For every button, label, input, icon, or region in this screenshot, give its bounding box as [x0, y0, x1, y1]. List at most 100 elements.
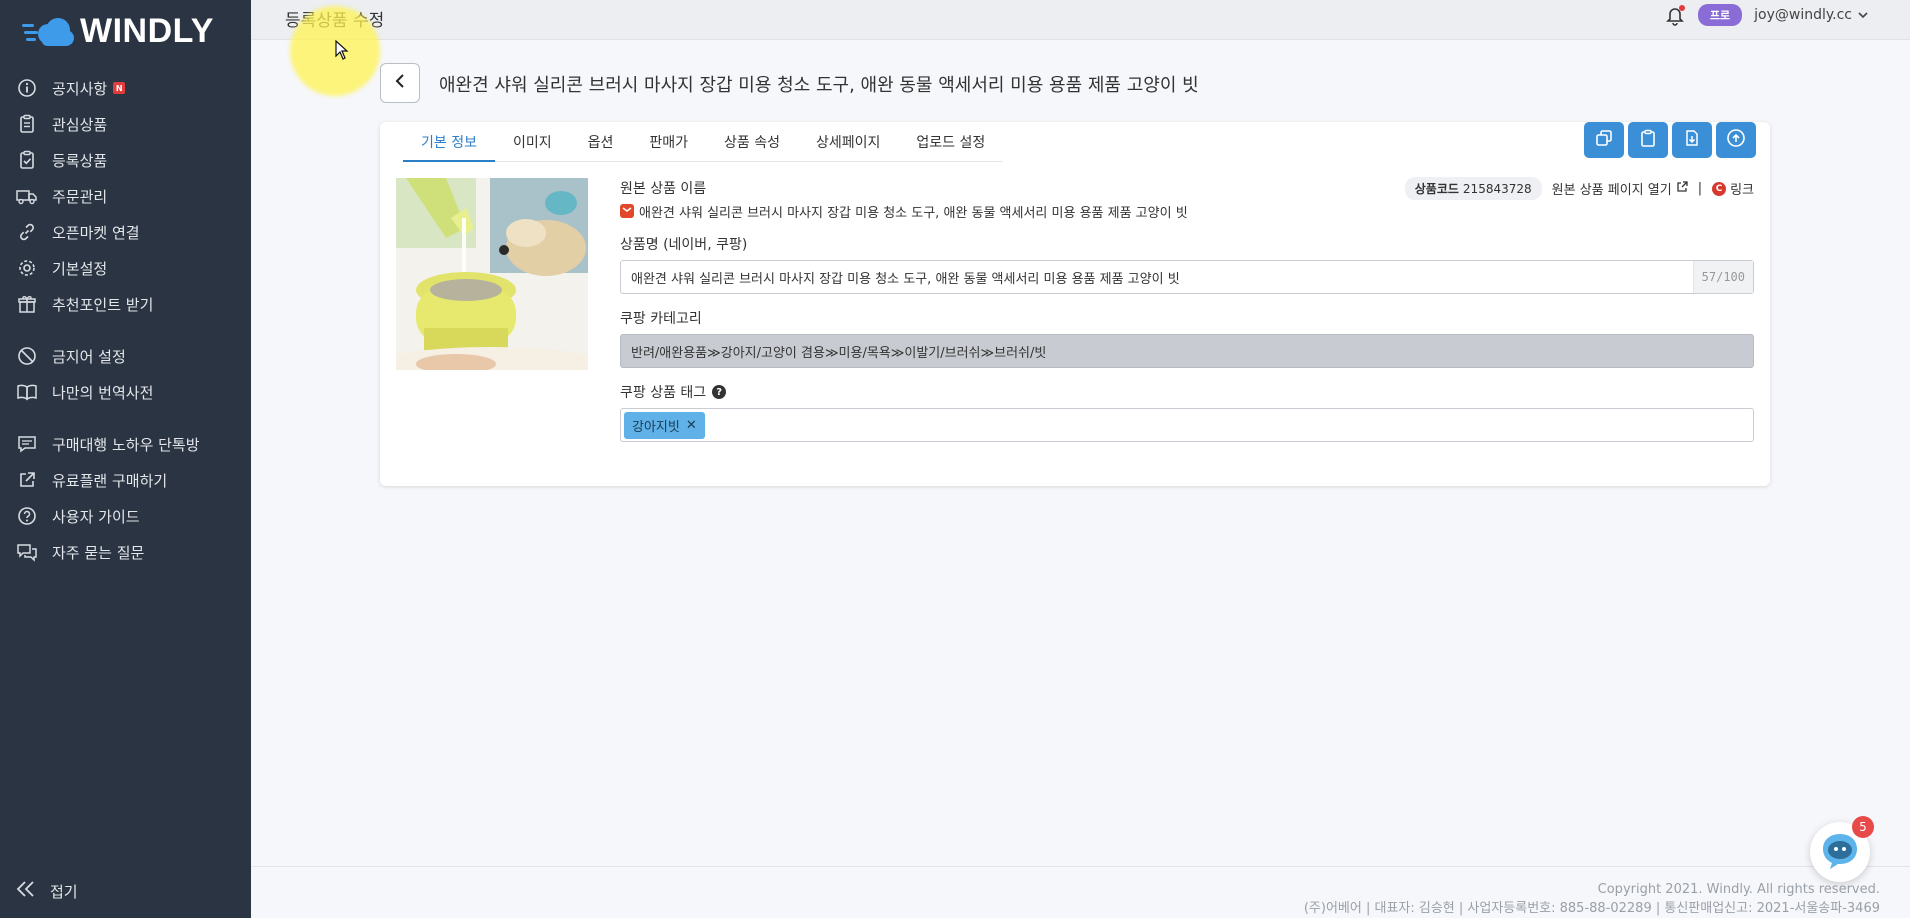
tag-input[interactable]: 강아지빗 ✕	[620, 408, 1754, 442]
copy-button[interactable]	[1584, 122, 1624, 158]
tab-options[interactable]: 옵션	[570, 122, 632, 162]
sidebar-item-chatroom[interactable]: 구매대행 노하우 단톡방	[0, 426, 251, 462]
sidebar-item-label: 주문관리	[52, 187, 108, 206]
nav-divider	[0, 322, 251, 338]
download-icon	[1683, 129, 1701, 151]
sidebar-item-label: 금지어 설정	[52, 347, 126, 366]
name-label: 상품명 (네이버, 쿠팡)	[620, 237, 748, 253]
info-icon	[16, 77, 38, 99]
sidebar-item-banned-words[interactable]: 금지어 설정	[0, 338, 251, 374]
chat-support-button[interactable]: 5	[1810, 816, 1874, 882]
notification-bell-icon[interactable]	[1664, 4, 1686, 26]
sidebar-item-label: 유료플랜 구매하기	[52, 471, 168, 490]
question-icon	[16, 505, 38, 527]
link-icon	[16, 221, 38, 243]
tab-upload-settings[interactable]: 업로드 설정	[898, 122, 1003, 162]
char-counter: 57/100	[1692, 261, 1753, 293]
tab-basic-info[interactable]: 기본 정보	[403, 122, 495, 162]
link-button[interactable]: C 링크	[1712, 179, 1754, 198]
tag-label: 쿠팡 상품 태그	[620, 385, 707, 401]
product-name-value: 애완견 샤워 실리콘 브러시 마사지 장갑 미용 청소 도구, 애완 동물 액세…	[631, 271, 1180, 287]
user-area: 프로 joy@windly.cc	[1664, 4, 1868, 26]
sidebar-item-registered[interactable]: 등록상품	[0, 142, 251, 178]
chevron-left-icon	[394, 73, 406, 93]
sidebar-item-label: 구매대행 노하우 단톡방	[52, 435, 200, 454]
category-label-row: 쿠팡 카테고리	[620, 308, 1754, 328]
download-button[interactable]	[1672, 122, 1712, 158]
collapse-label: 접기	[50, 882, 78, 901]
sidebar-item-label: 등록상품	[52, 151, 108, 170]
open-source-label: 원본 상품 페이지 열기	[1551, 183, 1672, 198]
logo-text: WINDLY	[80, 12, 214, 50]
user-menu[interactable]: joy@windly.cc	[1754, 7, 1868, 23]
topbar: 등록상품 수정 프로 joy@windly.cc	[251, 0, 1910, 40]
chat-bubbles-icon	[16, 541, 38, 563]
logo[interactable]: WINDLY	[22, 12, 214, 51]
user-email: joy@windly.cc	[1754, 7, 1852, 23]
sidebar-item-paid-plan[interactable]: 유료플랜 구매하기	[0, 462, 251, 498]
help-icon[interactable]: ?	[712, 385, 727, 399]
footer: Copyright 2021. Windly. All rights reser…	[1304, 880, 1880, 918]
notification-dot	[1678, 5, 1685, 11]
tag-label-row: 쿠팡 상품 태그 ?	[620, 382, 1754, 402]
product-code-badge: 상품코드 215843728	[1404, 177, 1542, 200]
sidebar-item-label: 사용자 가이드	[52, 507, 140, 526]
product-code-label: 상품코드	[1414, 182, 1459, 196]
category-label: 쿠팡 카테고리	[620, 311, 702, 327]
sidebar-item-label: 나만의 번역사전	[52, 383, 154, 402]
category-value: 반려/애완용품≫강아지/고양이 겸용≫미용/목욕≫이발기/브러쉬≫브러쉬/빗	[631, 345, 1047, 361]
product-code-value: 215843728	[1462, 182, 1532, 196]
basic-info-form: 원본 상품 이름 상품코드 215843728 원본 상품 페이지 열기 | C …	[620, 177, 1754, 442]
product-title: 애완견 샤워 실리콘 브러시 마사지 장갑 미용 청소 도구, 애완 동물 액세…	[439, 75, 1199, 96]
ban-icon	[16, 345, 38, 367]
sidebar-item-settings[interactable]: 기본설정	[0, 250, 251, 286]
collapse-sidebar-button[interactable]: 접기	[16, 880, 78, 902]
product-thumbnail[interactable]	[396, 178, 588, 370]
footer-divider	[251, 866, 1910, 867]
new-badge: N	[113, 82, 126, 94]
sidebar-item-dictionary[interactable]: 나만의 번역사전	[0, 374, 251, 410]
toolbar	[1584, 122, 1756, 158]
clipboard-icon	[16, 113, 38, 135]
sidebar-item-referral[interactable]: 추천포인트 받기	[0, 286, 251, 322]
coupang-category-field[interactable]: 반려/애완용품≫강아지/고양이 겸용≫미용/목욕≫이발기/브러쉬≫브러쉬/빗	[620, 334, 1754, 368]
upload-cloud-icon	[1726, 129, 1746, 151]
link-label: 링크	[1730, 183, 1754, 198]
product-name-input[interactable]: 애완견 샤워 실리콘 브러시 마사지 장갑 미용 청소 도구, 애완 동물 액세…	[620, 260, 1754, 294]
upload-button[interactable]	[1716, 122, 1756, 158]
orig-name: 애완견 샤워 실리콘 브러시 마사지 장갑 미용 청소 도구, 애완 동물 액세…	[620, 202, 1754, 221]
sidebar-item-label: 자주 묻는 질문	[52, 543, 145, 562]
product-edit-card: 기본 정보 이미지 옵션 판매가 상품 속성 상세페이지 업로드 설정 원본 상…	[380, 122, 1770, 486]
sidebar-item-label: 추천포인트 받기	[52, 295, 154, 314]
main-content: 애완견 샤워 실리콘 브러시 마사지 장갑 미용 청소 도구, 애완 동물 액세…	[251, 40, 1910, 918]
sidebar-item-openmarket[interactable]: 오픈마켓 연결	[0, 214, 251, 250]
tab-images[interactable]: 이미지	[495, 122, 570, 162]
tab-attributes[interactable]: 상품 속성	[706, 122, 798, 162]
external-link-icon	[16, 469, 38, 491]
sidebar-item-notice[interactable]: 공지사항 N	[0, 70, 251, 106]
sidebar-item-label: 기본설정	[52, 259, 108, 278]
tag-text: 강아지빗	[632, 419, 680, 435]
gear-icon	[16, 257, 38, 279]
chat-unread-count: 5	[1852, 816, 1874, 838]
orig-name-text: 애완견 샤워 실리콘 브러시 마사지 장갑 미용 청소 도구, 애완 동물 액세…	[639, 205, 1188, 221]
sidebar-item-guide[interactable]: 사용자 가이드	[0, 498, 251, 534]
clipboard-button[interactable]	[1628, 122, 1668, 158]
copy-icon	[1595, 129, 1613, 151]
gift-icon	[16, 293, 38, 315]
tab-detail-page[interactable]: 상세페이지	[798, 122, 898, 162]
copyright: Copyright 2021. Windly. All rights reser…	[1597, 882, 1880, 897]
sidebar-item-orders[interactable]: 주문관리	[0, 178, 251, 214]
sidebar-item-faq[interactable]: 자주 묻는 질문	[0, 534, 251, 570]
tab-price[interactable]: 판매가	[631, 122, 706, 162]
back-button[interactable]	[380, 63, 420, 103]
plan-badge: 프로	[1697, 4, 1743, 26]
book-icon	[16, 381, 38, 403]
sidebar-item-favorites[interactable]: 관심상품	[0, 106, 251, 142]
truck-icon	[16, 185, 38, 207]
open-source-page-link[interactable]: 원본 상품 페이지 열기	[1552, 179, 1688, 198]
sidebar-item-label: 공지사항	[52, 79, 108, 98]
source-info: 상품코드 215843728 원본 상품 페이지 열기 | C 링크	[1404, 177, 1754, 200]
remove-tag-icon[interactable]: ✕	[686, 418, 697, 433]
chevron-down-icon	[1858, 7, 1868, 23]
